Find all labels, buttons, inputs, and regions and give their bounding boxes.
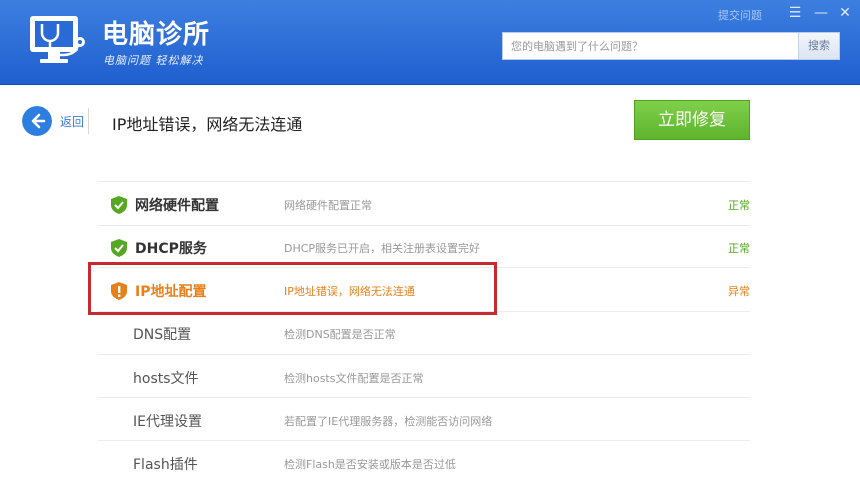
check-status: 正常	[728, 242, 750, 255]
check-description: 检测DNS配置是否正常	[284, 328, 396, 341]
divider	[98, 354, 750, 355]
app-slogan: 电脑问题 轻松解决	[103, 54, 204, 67]
minimize-icon[interactable]: —	[812, 5, 830, 21]
divider	[88, 108, 89, 134]
check-name: Flash插件	[133, 457, 198, 473]
shield-check-icon	[111, 239, 127, 257]
fix-now-button[interactable]: 立即修复	[634, 100, 750, 140]
shield-check-icon	[111, 196, 127, 214]
title-bar: 电脑诊所 电脑问题 轻松解决 提交问题 ☰ — ✕ 搜索	[0, 0, 860, 85]
feedback-link[interactable]: 提交问题	[718, 7, 762, 23]
check-name: IE代理设置	[133, 414, 202, 430]
check-description: 若配置了IE代理服务器，检测能否访问网络	[284, 415, 493, 428]
back-label[interactable]: 返回	[60, 113, 84, 130]
search-input[interactable]	[503, 33, 799, 59]
check-status: 正常	[728, 199, 750, 212]
check-status: 异常	[728, 285, 750, 298]
monitor-stethoscope-icon	[30, 16, 85, 63]
divider	[98, 397, 750, 398]
check-row-flash: Flash插件 检测Flash是否安装或版本是否过低	[98, 442, 750, 484]
check-description: 检测hosts文件配置是否正常	[284, 372, 424, 385]
check-description: DHCP服务已开启，相关注册表设置完好	[284, 242, 481, 255]
check-description: 检测Flash是否安装或版本是否过低	[284, 458, 456, 471]
check-row-network-hardware: 网络硬件配置 网络硬件配置正常 正常	[98, 183, 750, 225]
check-row-dns: DNS配置 检测DNS配置是否正常	[98, 312, 750, 354]
search-button[interactable]: 搜索	[798, 33, 839, 59]
check-row-hosts: hosts文件 检测hosts文件配置是否正常	[98, 356, 750, 398]
page-title: IP地址错误，网络无法连通	[112, 115, 303, 134]
search-box: 搜索	[502, 32, 840, 60]
menu-icon[interactable]: ☰	[786, 5, 804, 21]
check-description: 网络硬件配置正常	[284, 199, 372, 212]
back-button[interactable]	[22, 106, 52, 136]
check-name: hosts文件	[133, 371, 199, 387]
check-name: DNS配置	[133, 327, 192, 343]
divider	[98, 440, 750, 441]
check-row-ie-proxy: IE代理设置 若配置了IE代理服务器，检测能否访问网络	[98, 399, 750, 441]
check-name: DHCP服务	[135, 241, 207, 257]
divider	[98, 181, 750, 182]
app-title: 电脑诊所	[102, 20, 211, 50]
check-name: 网络硬件配置	[135, 198, 219, 214]
close-icon[interactable]: ✕	[836, 5, 854, 21]
error-highlight-box	[88, 262, 497, 315]
